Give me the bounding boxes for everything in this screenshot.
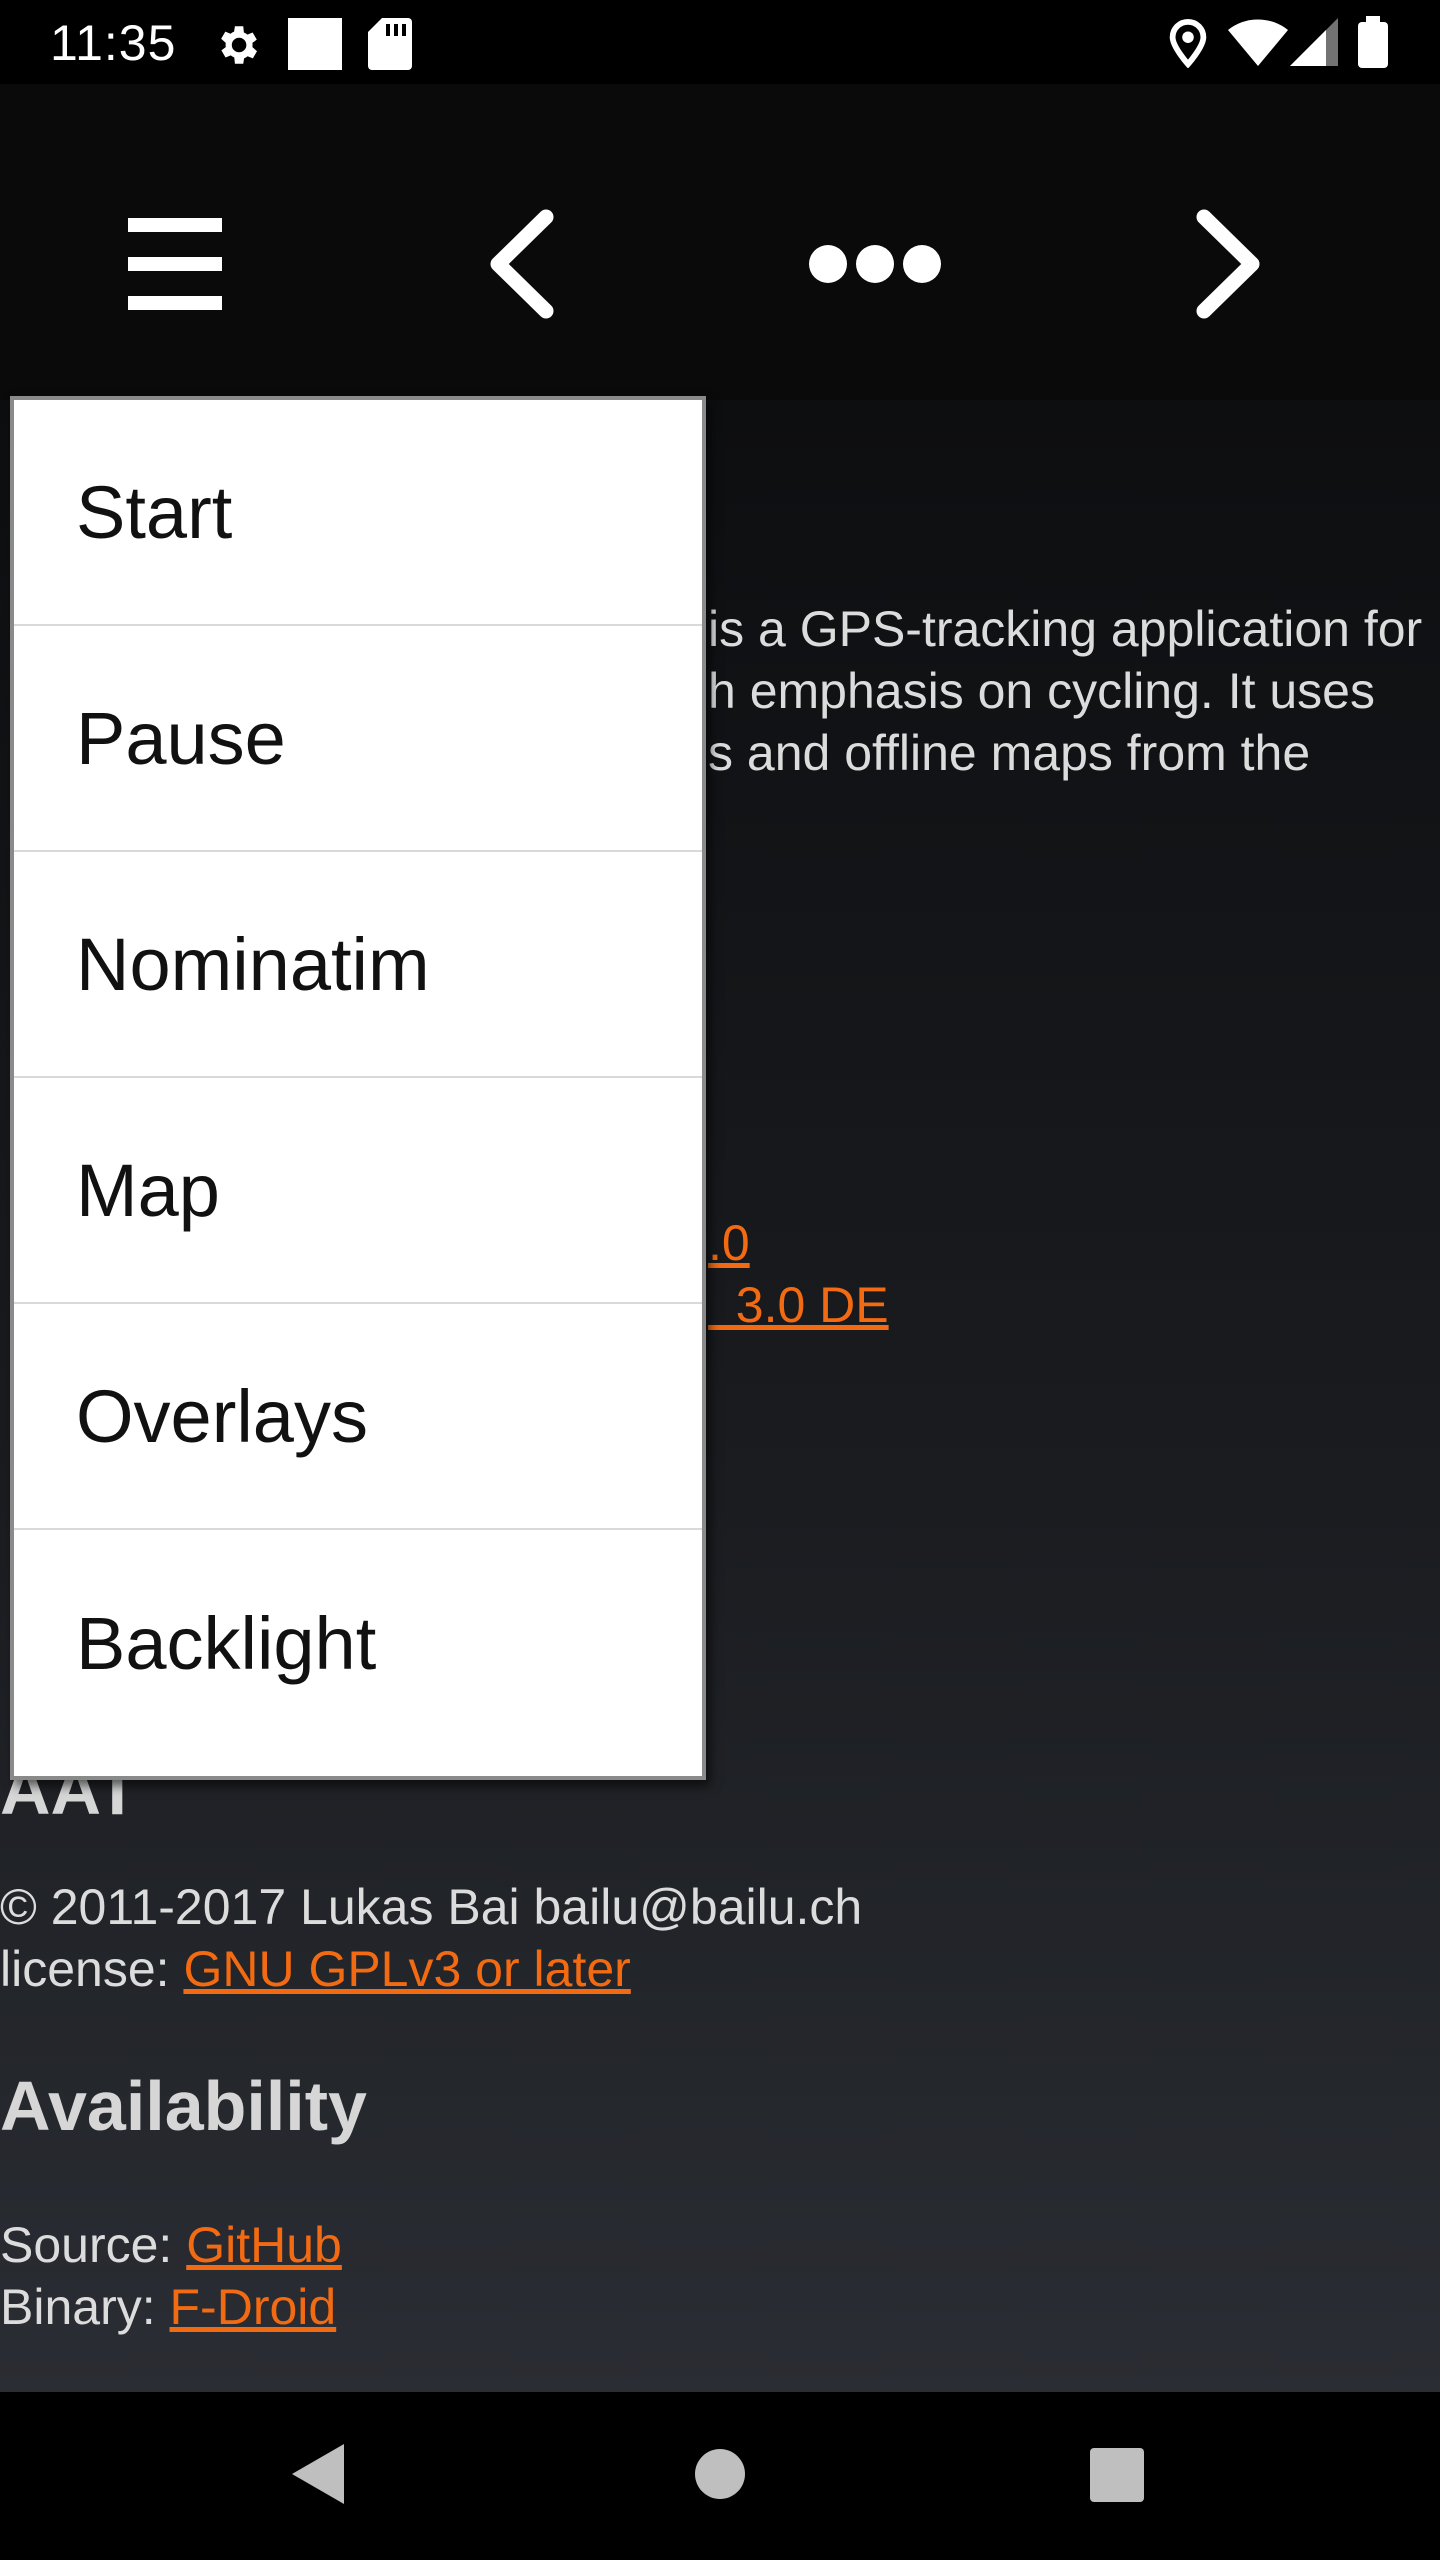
more-button[interactable]	[805, 194, 945, 334]
source-label: Source:	[0, 2217, 187, 2273]
battery-icon	[1358, 16, 1388, 68]
menu-item-label: Nominatim	[76, 922, 430, 1006]
back-button[interactable]	[452, 194, 592, 334]
menu-item-overlays[interactable]: Overlays	[14, 1304, 702, 1530]
menu-button[interactable]	[105, 194, 245, 334]
license-link-partial-2[interactable]: 3.0 DE	[708, 1274, 889, 1336]
back-triangle-icon[interactable]	[290, 2442, 346, 2506]
menu-item-nominatim[interactable]: Nominatim	[14, 852, 702, 1078]
binary-label: Binary:	[0, 2279, 170, 2335]
navigation-bar	[0, 2392, 1440, 2560]
status-time: 11:35	[50, 15, 177, 71]
fdroid-link[interactable]: F-Droid	[170, 2279, 337, 2335]
forward-button[interactable]	[1158, 194, 1298, 334]
menu-item-label: Pause	[76, 696, 286, 780]
intro-line-1: is a GPS-tracking application for	[708, 601, 1423, 657]
popup-menu: Start Pause Nominatim Map Overlays Backl…	[10, 396, 706, 1780]
square-icon	[288, 18, 342, 70]
github-link[interactable]: GitHub	[186, 2217, 342, 2273]
intro-line-3: s and offline maps from the	[708, 725, 1311, 781]
license-label: license:	[0, 1941, 184, 1997]
binary-line: Binary: F-Droid	[0, 2276, 336, 2338]
sd-card-icon	[368, 18, 412, 70]
menu-item-label: Start	[76, 470, 233, 554]
intro-line-2: h emphasis on cycling. It uses	[708, 663, 1375, 719]
toolbar	[0, 84, 1440, 424]
gear-icon	[221, 26, 257, 64]
license-link-partial-1[interactable]: .0	[708, 1212, 750, 1274]
menu-item-label: Overlays	[76, 1374, 368, 1458]
availability-heading: Availability	[0, 2067, 367, 2145]
menu-item-label: Map	[76, 1148, 220, 1232]
source-line: Source: GitHub	[0, 2214, 342, 2276]
back-arrow-icon	[490, 209, 554, 319]
forward-arrow-icon	[1196, 209, 1260, 319]
menu-item-map[interactable]: Map	[14, 1078, 702, 1304]
license-link[interactable]: GNU GPLv3 or later	[183, 1941, 630, 1997]
menu-item-label: Backlight	[76, 1601, 377, 1685]
signal-icon	[1290, 18, 1338, 66]
license-line: license: GNU GPLv3 or later	[0, 1938, 631, 2000]
copyright-text: © 2011-2017 Lukas Bai bailu@bailu.ch	[0, 1879, 863, 1935]
home-circle-icon[interactable]	[694, 2448, 746, 2500]
menu-item-start[interactable]: Start	[14, 400, 702, 626]
location-icon	[1169, 19, 1207, 68]
more-icon	[809, 245, 941, 283]
menu-item-backlight[interactable]: Backlight	[14, 1530, 702, 1756]
recents-square-icon[interactable]	[1090, 2448, 1144, 2502]
status-bar: 11:35	[0, 0, 1440, 84]
menu-item-pause[interactable]: Pause	[14, 626, 702, 852]
wifi-icon	[1228, 19, 1288, 66]
menu-icon	[128, 218, 222, 310]
